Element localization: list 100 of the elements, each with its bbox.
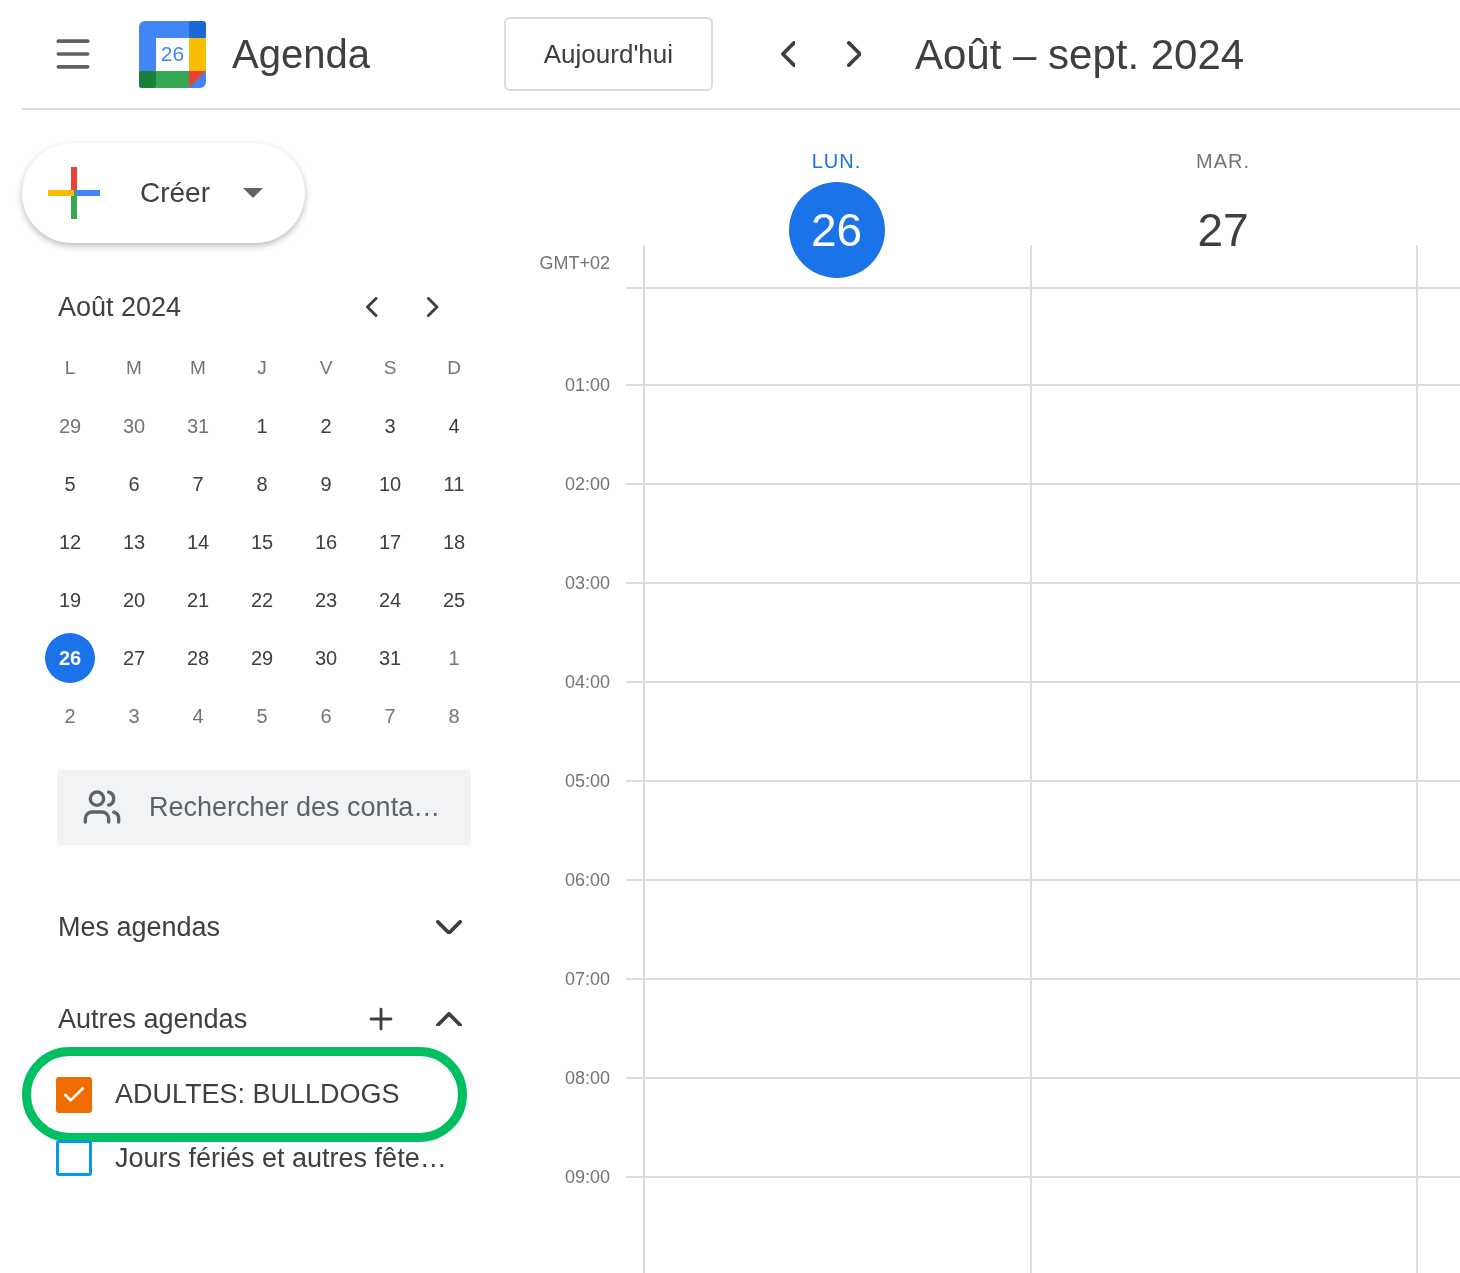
- chevron-up-icon: [436, 1011, 462, 1027]
- people-search-field[interactable]: Rechercher des conta…: [57, 770, 471, 845]
- mini-calendar-day[interactable]: 8: [237, 459, 287, 509]
- mini-calendar-day[interactable]: 26: [45, 633, 95, 683]
- checkbox[interactable]: [56, 1076, 92, 1113]
- mini-calendar-day[interactable]: 10: [365, 459, 415, 509]
- time-slot[interactable]: [1030, 978, 1416, 1077]
- app-title: Agenda: [232, 31, 370, 78]
- mini-calendar-day[interactable]: 1: [429, 633, 479, 683]
- section-title[interactable]: Mes agendas: [58, 906, 221, 948]
- weekday-label: D: [447, 355, 461, 380]
- time-slot[interactable]: [643, 384, 1030, 483]
- mini-calendar-day[interactable]: 3: [365, 401, 415, 451]
- time-slot[interactable]: [643, 780, 1030, 879]
- mini-calendar-day[interactable]: 27: [109, 633, 159, 683]
- time-slot[interactable]: [1030, 1077, 1416, 1176]
- mini-calendar-day[interactable]: 22: [237, 575, 287, 625]
- mini-calendar-day[interactable]: 30: [301, 633, 351, 683]
- mini-calendar-day[interactable]: 7: [365, 691, 415, 741]
- time-slot[interactable]: [1030, 483, 1416, 582]
- mini-calendar-day[interactable]: 23: [301, 575, 351, 625]
- people-icon: [82, 787, 122, 827]
- time-slot[interactable]: [643, 681, 1030, 780]
- mini-calendar-day[interactable]: 11: [429, 459, 479, 509]
- mini-calendar-day[interactable]: 13: [109, 517, 159, 567]
- date-range-title: Août – sept. 2024: [914, 29, 1245, 80]
- mini-calendar-day[interactable]: 6: [109, 459, 159, 509]
- hour-label: 09:00: [564, 1166, 610, 1189]
- mini-calendar-day[interactable]: 8: [429, 691, 479, 741]
- hour-label: 07:00: [564, 968, 610, 991]
- mini-calendar-day[interactable]: 21: [173, 575, 223, 625]
- time-slot[interactable]: [1416, 287, 1460, 384]
- mini-calendar-day[interactable]: 12: [45, 517, 95, 567]
- time-slot[interactable]: [1030, 582, 1416, 681]
- mini-calendar-day[interactable]: 29: [237, 633, 287, 683]
- time-slot[interactable]: [1030, 879, 1416, 978]
- time-slot[interactable]: [643, 582, 1030, 681]
- time-slot[interactable]: [1416, 978, 1460, 1077]
- time-slot[interactable]: [1030, 287, 1416, 384]
- day-number[interactable]: 27: [1175, 182, 1271, 278]
- section-title[interactable]: Autres agendas: [58, 998, 248, 1040]
- today-button[interactable]: Aujourd'hui: [503, 17, 713, 91]
- time-slot[interactable]: [1030, 681, 1416, 780]
- weekday-label: L: [64, 355, 76, 380]
- mini-calendar-day[interactable]: 20: [109, 575, 159, 625]
- hour-label: 08:00: [564, 1067, 610, 1090]
- mini-calendar-day[interactable]: 5: [237, 691, 287, 741]
- mini-calendar-day[interactable]: 14: [173, 517, 223, 567]
- mini-calendar-day[interactable]: 24: [365, 575, 415, 625]
- checkbox[interactable]: [56, 1140, 92, 1176]
- time-slot[interactable]: [1416, 681, 1460, 780]
- mini-calendar-day[interactable]: 31: [365, 633, 415, 683]
- time-slot[interactable]: [643, 287, 1030, 384]
- time-slot[interactable]: [643, 978, 1030, 1077]
- mini-calendar-day[interactable]: 31: [173, 401, 223, 451]
- mini-calendar-day[interactable]: 3: [109, 691, 159, 741]
- time-slot[interactable]: [643, 1077, 1030, 1176]
- mini-calendar-day[interactable]: 5: [45, 459, 95, 509]
- time-slot[interactable]: [1416, 780, 1460, 879]
- weekday-label: S: [383, 355, 397, 380]
- time-slot[interactable]: [643, 879, 1030, 978]
- mini-calendar-day[interactable]: 19: [45, 575, 95, 625]
- calendar-name[interactable]: Jours fériés et autres fête…: [115, 1137, 447, 1179]
- weekday-label: M: [126, 355, 142, 380]
- calendar-name[interactable]: ADULTES: BULLDOGS: [115, 1074, 400, 1115]
- time-slot[interactable]: [1416, 483, 1460, 582]
- time-slot[interactable]: [643, 1176, 1030, 1273]
- mini-calendar-day[interactable]: 29: [45, 401, 95, 451]
- mini-calendar-day[interactable]: 7: [173, 459, 223, 509]
- mini-calendar-day[interactable]: 18: [429, 517, 479, 567]
- mini-calendar-day[interactable]: 15: [237, 517, 287, 567]
- time-slot[interactable]: [1416, 1176, 1460, 1273]
- mini-calendar-day[interactable]: 6: [301, 691, 351, 741]
- mini-calendar-day[interactable]: 16: [301, 517, 351, 567]
- hour-label: 02:00: [564, 473, 610, 496]
- day-number[interactable]: 26: [788, 182, 885, 278]
- time-slot[interactable]: [1416, 384, 1460, 483]
- mini-calendar-day[interactable]: 9: [301, 459, 351, 509]
- month-title: Août 2024: [58, 290, 182, 324]
- create-button[interactable]: Créer: [22, 143, 305, 243]
- chevron-right-icon: [427, 297, 439, 317]
- chevron-left-icon: [366, 297, 378, 317]
- mini-calendar-day[interactable]: 1: [237, 401, 287, 451]
- mini-calendar-day[interactable]: 30: [109, 401, 159, 451]
- time-slot[interactable]: [1416, 879, 1460, 978]
- mini-calendar-day[interactable]: 2: [45, 691, 95, 741]
- mini-calendar-day[interactable]: 2: [301, 401, 351, 451]
- hour-label: 06:00: [564, 869, 610, 892]
- mini-calendar-day[interactable]: 4: [173, 691, 223, 741]
- time-slot[interactable]: [1030, 384, 1416, 483]
- chevron-down-icon: [436, 919, 462, 935]
- mini-calendar-day[interactable]: 17: [365, 517, 415, 567]
- time-slot[interactable]: [1416, 1077, 1460, 1176]
- time-slot[interactable]: [1030, 1176, 1416, 1273]
- mini-calendar-day[interactable]: 25: [429, 575, 479, 625]
- time-slot[interactable]: [643, 483, 1030, 582]
- mini-calendar-day[interactable]: 28: [173, 633, 223, 683]
- mini-calendar-day[interactable]: 4: [429, 401, 479, 451]
- time-slot[interactable]: [1416, 582, 1460, 681]
- time-slot[interactable]: [1030, 780, 1416, 879]
